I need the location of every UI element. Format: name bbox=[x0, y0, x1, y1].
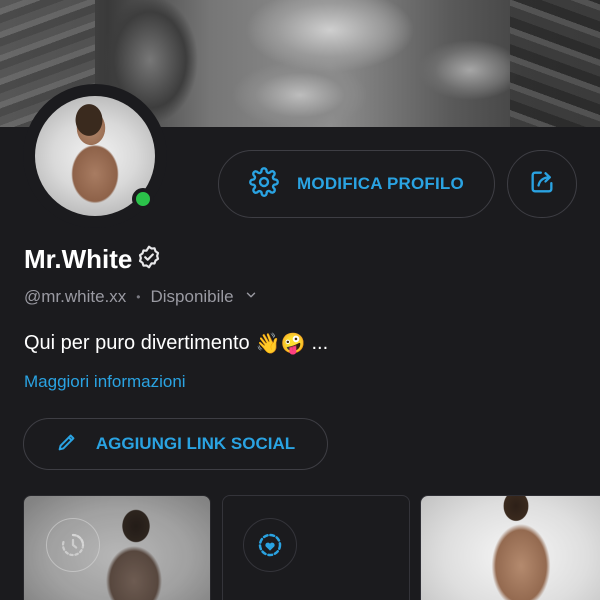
edit-profile-label: MODIFICA PROFILO bbox=[297, 174, 464, 193]
bio-emojis: 👋🤪 bbox=[255, 331, 306, 355]
pencil-icon bbox=[56, 431, 78, 458]
profile-name: Mr.White bbox=[24, 244, 133, 274]
share-icon bbox=[528, 168, 556, 201]
profile-bio: Qui per puro divertimento 👋🤪 ... bbox=[24, 331, 328, 355]
verified-icon bbox=[136, 244, 162, 275]
profile-name-row: Mr.White bbox=[24, 244, 162, 275]
add-social-links-button[interactable]: AGGIUNGI LINK SOCIAL bbox=[23, 418, 328, 470]
separator-dot: • bbox=[136, 290, 141, 304]
edit-profile-button[interactable]: MODIFICA PROFILO bbox=[218, 150, 495, 218]
heart-clock-icon bbox=[243, 518, 297, 572]
share-button[interactable] bbox=[507, 150, 577, 218]
media-tile[interactable] bbox=[420, 495, 600, 600]
bio-text: Qui per puro divertimento bbox=[24, 331, 250, 354]
availability-status[interactable]: Disponibile bbox=[150, 287, 233, 307]
bio-ellipsis: ... bbox=[311, 331, 329, 354]
handle-status-row: @mr.white.xx • Disponibile bbox=[24, 287, 258, 307]
media-tile[interactable] bbox=[23, 495, 211, 600]
media-tile[interactable] bbox=[222, 495, 410, 600]
more-info-link[interactable]: Maggiori informazioni bbox=[24, 372, 186, 392]
cover-rock-right bbox=[510, 0, 600, 127]
add-social-links-label: AGGIUNGI LINK SOCIAL bbox=[95, 434, 296, 453]
timer-icon bbox=[46, 518, 100, 572]
online-status-dot bbox=[132, 188, 154, 210]
chevron-down-icon[interactable] bbox=[244, 287, 258, 307]
gear-icon bbox=[249, 166, 279, 202]
profile-handle: @mr.white.xx bbox=[24, 287, 127, 306]
